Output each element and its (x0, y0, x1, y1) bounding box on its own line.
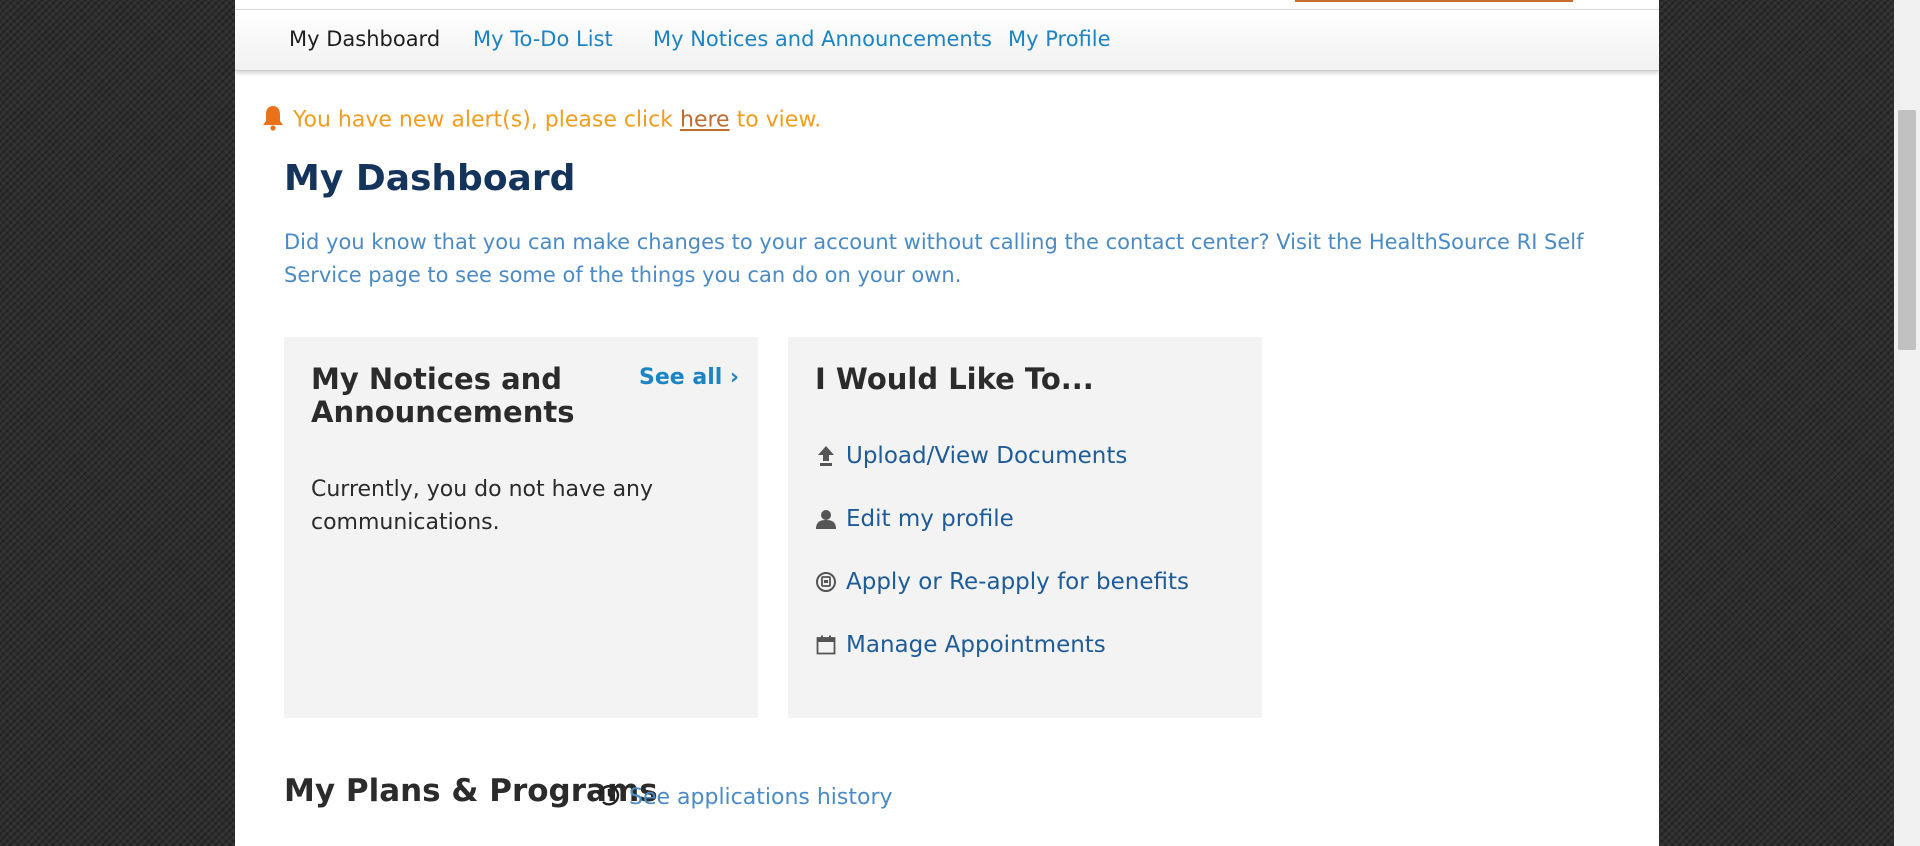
notices-card-title: My Notices and Announcements (311, 362, 575, 429)
header-accent-bar (1295, 0, 1573, 2)
main-nav: My Dashboard My To-Do List My Notices an… (235, 9, 1659, 71)
edit-profile-link[interactable]: Edit my profile (815, 504, 1014, 534)
bell-icon (261, 104, 285, 137)
scrollbar-thumb[interactable] (1898, 110, 1916, 350)
action-label: Manage Appointments (846, 632, 1106, 658)
applications-history-link[interactable]: See applications history (595, 781, 893, 813)
upload-view-documents-link[interactable]: Upload/View Documents (815, 441, 1127, 471)
see-all-link[interactable]: See all › (639, 365, 739, 390)
upload-icon (815, 445, 837, 467)
action-label: Edit my profile (846, 506, 1014, 532)
page-title: My Dashboard (284, 158, 576, 199)
calendar-icon (815, 634, 837, 656)
self-service-intro: Did you know that you can make changes t… (284, 230, 1584, 287)
manage-appointments-link[interactable]: Manage Appointments (815, 630, 1106, 660)
apply-benefits-link[interactable]: Apply or Re-apply for benefits (815, 567, 1189, 597)
user-icon (815, 508, 837, 530)
tab-my-notices[interactable]: My Notices and Announcements (653, 27, 992, 51)
page-container: My Dashboard My To-Do List My Notices an… (235, 0, 1659, 846)
quick-actions-title: I Would Like To... (815, 362, 1094, 396)
quick-actions-card: I Would Like To... Upload/View Documents… (788, 337, 1262, 718)
tab-my-dashboard[interactable]: My Dashboard (289, 27, 440, 51)
alert-text-prefix: You have new alert(s), please click (293, 107, 680, 133)
vertical-scrollbar[interactable] (1894, 0, 1920, 846)
notices-card: My Notices and Announcements See all › C… (284, 337, 758, 718)
tab-my-to-do-list[interactable]: My To-Do List (473, 27, 613, 51)
notices-empty-text: Currently, you do not have any communica… (311, 477, 654, 535)
history-link-label: See applications history (629, 784, 893, 810)
action-label: Apply or Re-apply for benefits (846, 569, 1189, 595)
action-label: Upload/View Documents (846, 443, 1128, 469)
tab-my-profile[interactable]: My Profile (1008, 27, 1111, 51)
alert-here-link[interactable]: here (680, 108, 730, 133)
history-icon (595, 781, 623, 813)
benefits-icon (815, 571, 837, 593)
alert-text-suffix: to view. (729, 107, 822, 133)
alert-banner: You have new alert(s), please click here… (261, 104, 822, 133)
